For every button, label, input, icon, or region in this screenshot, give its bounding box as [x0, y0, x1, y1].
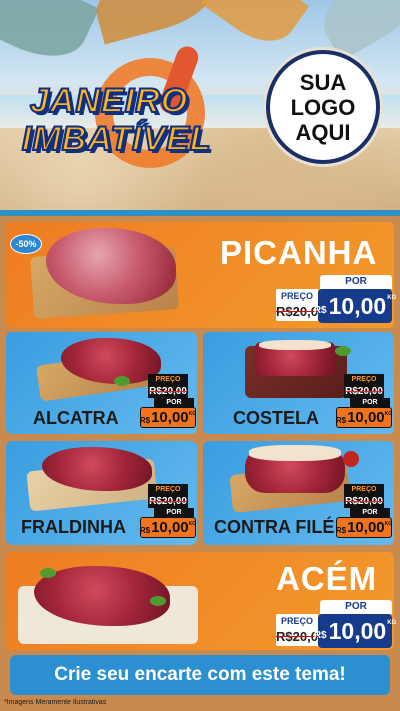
price-tag-acem: PREÇO R$20,00 POR R$ 10,00 KG	[276, 600, 396, 648]
price-value: 10,00	[347, 519, 385, 536]
logo-text-3: AQUI	[295, 119, 351, 145]
new-price: R$ 10,00 KG	[314, 289, 396, 323]
fat-layer	[259, 340, 331, 350]
price-tag-contra-file: PREÇO R$20,00 POR R$ 10,00 KG	[336, 484, 394, 538]
title-line-2: IMBATÍVEL	[21, 119, 212, 159]
unit: KG	[188, 521, 197, 527]
old-price: R$20,00	[276, 628, 326, 646]
currency: R$	[139, 525, 151, 535]
old-price-label: PREÇO	[276, 289, 318, 303]
new-price: R$ 10,00 KG	[140, 407, 196, 428]
product-name: ALCATRA	[33, 408, 119, 428]
currency: R$	[139, 415, 151, 425]
product-name: COSTELA	[233, 408, 320, 428]
title-line-1: JANEIRO	[29, 81, 189, 121]
herb-icon	[150, 596, 166, 606]
unit: KG	[387, 295, 397, 301]
unit: KG	[384, 411, 393, 417]
old-price-label: PREÇO	[148, 484, 188, 495]
product-name: CONTRA FILÉ	[214, 517, 335, 537]
product-name: PICANHA	[220, 234, 378, 271]
price-value: 10,00	[328, 292, 387, 319]
unit: KG	[384, 521, 393, 527]
por-label: POR	[154, 508, 194, 517]
price-tag-costela: PREÇO R$20,00 POR R$ 10,00 KG	[336, 374, 394, 428]
new-price: R$ 10,00 KG	[336, 517, 392, 538]
unit: KG	[387, 620, 397, 626]
header-divider	[0, 210, 400, 216]
price-value: 10,00	[347, 409, 385, 426]
new-price: R$ 10,00 KG	[140, 517, 196, 538]
price-tag-picanha: PREÇO R$20,00 POR R$ 10,00 KG	[276, 275, 396, 323]
palm-leaf-icon	[89, 0, 221, 45]
price-value: 10,00	[328, 617, 387, 644]
old-price: R$20,00	[148, 495, 188, 508]
palm-leaf-icon	[0, 0, 100, 73]
old-price-label: PREÇO	[344, 484, 384, 495]
por-label: POR	[350, 508, 390, 517]
old-price: R$20,00	[344, 495, 384, 508]
old-price: R$20,00	[148, 385, 188, 398]
old-price-label: PREÇO	[148, 374, 188, 385]
disclaimer-note: *Imagens Meramente Ilustrativas	[4, 699, 107, 706]
herb-icon	[40, 568, 56, 578]
por-label: POR	[320, 600, 392, 614]
campaign-title: JANEIRO IMBATÍVEL	[21, 81, 258, 162]
price-tag-alcatra: PREÇO R$20,00 POR R$ 10,00 KG	[140, 374, 198, 428]
tomato-icon	[343, 451, 359, 467]
old-price-label: PREÇO	[276, 614, 318, 628]
old-price: R$20,00	[276, 303, 326, 321]
fat-layer	[249, 445, 341, 461]
por-label: POR	[350, 398, 390, 407]
por-label: POR	[320, 275, 392, 289]
discount-badge: -50%	[10, 234, 42, 254]
cta-banner[interactable]: Crie seu encarte com este tema!	[10, 655, 390, 695]
currency: R$	[313, 304, 327, 316]
currency: R$	[335, 415, 347, 425]
logo-text-1: SUA	[299, 69, 347, 95]
logo-placeholder[interactable]: SUA LOGO AQUI	[266, 50, 380, 164]
price-tag-fraldinha: PREÇO R$20,00 POR R$ 10,00 KG	[140, 484, 198, 538]
palm-leaf-icon	[200, 0, 310, 56]
herb-icon	[335, 346, 351, 356]
header-banner: JANEIRO IMBATÍVEL SUA LOGO AQUI	[0, 0, 400, 215]
unit: KG	[188, 411, 197, 417]
old-price-label: PREÇO	[344, 374, 384, 385]
price-value: 10,00	[151, 409, 189, 426]
new-price: R$ 10,00 KG	[336, 407, 392, 428]
currency: R$	[335, 525, 347, 535]
herb-icon	[114, 376, 130, 386]
product-name: FRALDINHA	[21, 517, 126, 537]
product-name: ACÉM	[276, 560, 378, 597]
logo-text-2: LOGO	[290, 94, 356, 120]
por-label: POR	[154, 398, 194, 407]
old-price: R$20,00	[344, 385, 384, 398]
price-value: 10,00	[151, 519, 189, 536]
new-price: R$ 10,00 KG	[314, 614, 396, 648]
currency: R$	[313, 629, 327, 641]
